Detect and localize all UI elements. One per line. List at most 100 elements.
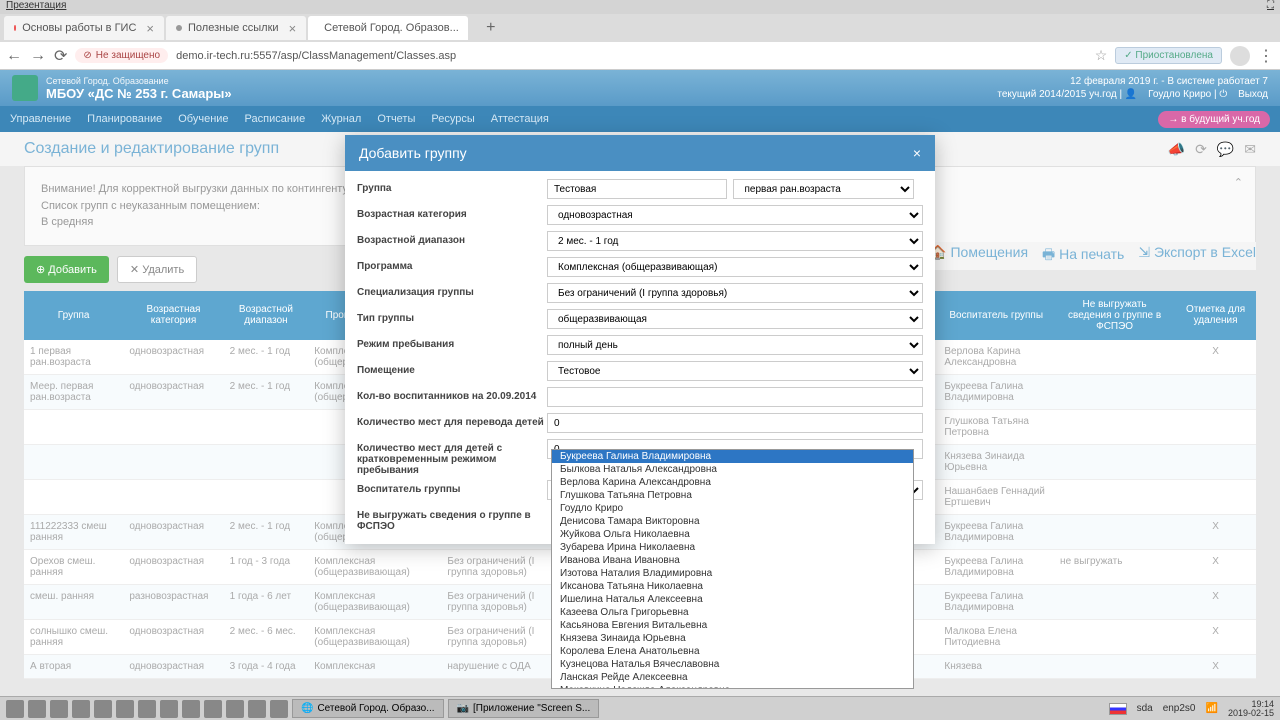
teacher-dropdown-list[interactable]: Букреева Галина ВладимировнаБылкова Ната… (551, 449, 914, 689)
clock: 19:142019-02-15 (1228, 700, 1274, 718)
fullscreen-icon[interactable]: ⛶ (1267, 0, 1274, 14)
tray-icon[interactable] (270, 700, 288, 718)
menu-item[interactable]: Ресурсы (431, 113, 474, 125)
dropdown-option[interactable]: Ланская Рейде Алексеевна (552, 671, 913, 684)
dropdown-option[interactable]: Гоудло Криро (552, 502, 913, 515)
group-sub-select[interactable]: первая ран.возраста (733, 179, 913, 199)
column-header[interactable]: Воспитатель группы (938, 291, 1054, 340)
dropdown-option[interactable]: Глушкова Татьяна Петровна (552, 489, 913, 502)
rooms-link[interactable]: 🏠 Помещения (929, 244, 1028, 268)
menu-item[interactable]: Отчеты (377, 113, 415, 125)
new-tab-button[interactable]: + (470, 16, 511, 40)
tray-icon[interactable] (72, 700, 90, 718)
security-badge[interactable]: ⊘ Не защищено (75, 48, 168, 63)
dropdown-option[interactable]: Букреева Галина Владимировна (552, 450, 913, 463)
browser-tabs: Основы работы в ГИС× Полезные ссылки× Се… (0, 14, 1280, 42)
refresh-icon[interactable]: ⟳ (1195, 141, 1207, 158)
close-icon[interactable]: × (289, 21, 297, 36)
stay-select[interactable]: полный день (547, 335, 923, 355)
start-icon[interactable] (6, 700, 24, 718)
os-taskbar: 🌐 Сетевой Город. Образо... 📷 [Приложение… (0, 696, 1280, 720)
app-header: Сетевой Город. Образование МБОУ «ДС № 25… (0, 70, 1280, 106)
back-button[interactable]: ← (6, 47, 22, 65)
tab-2[interactable]: Сетевой Город. Образов...× (308, 16, 468, 40)
suspend-badge[interactable]: ✓ Приостановлена (1115, 47, 1222, 64)
tray-icon[interactable] (248, 700, 266, 718)
dropdown-option[interactable]: Зубарева Ирина Николаевна (552, 541, 913, 554)
close-icon[interactable]: × (146, 21, 154, 36)
dropdown-option[interactable]: Макавкина Надежда Александровна (552, 684, 913, 689)
tray-icon[interactable] (138, 700, 156, 718)
count1-input[interactable] (547, 387, 923, 407)
spec-select[interactable]: Без ограничений (I группа здоровья) (547, 283, 923, 303)
menu-item[interactable]: Управление (10, 113, 71, 125)
dropdown-option[interactable]: Касьянова Евгения Витальевна (552, 619, 913, 632)
megaphone-icon[interactable]: 📣 (1168, 141, 1185, 158)
tray-icon[interactable] (50, 700, 68, 718)
wifi-icon[interactable]: 📶 (1206, 703, 1218, 714)
keyboard-flag-icon[interactable] (1109, 703, 1127, 715)
dropdown-option[interactable]: Ишелина Наталья Алексеевна (552, 593, 913, 606)
menu-icon[interactable]: ⋮ (1258, 46, 1274, 66)
bookmark-icon[interactable]: ☆ (1095, 47, 1108, 64)
future-year-badge[interactable]: → в будущий уч.год (1158, 111, 1270, 128)
menu-item[interactable]: Обучение (178, 113, 228, 125)
type-select[interactable]: общеразвивающая (547, 309, 923, 329)
column-header[interactable]: Группа (24, 291, 123, 340)
tray-icon[interactable] (160, 700, 178, 718)
chat-icon[interactable]: 💬 (1217, 141, 1234, 158)
column-header[interactable]: Возрастной диапазон (224, 291, 309, 340)
tab-1[interactable]: Полезные ссылки× (166, 16, 306, 40)
profile-avatar[interactable] (1230, 46, 1250, 66)
dropdown-option[interactable]: Кузнецова Наталья Вячеславовна (552, 658, 913, 671)
modal-close-icon[interactable]: × (913, 145, 921, 161)
dropdown-option[interactable]: Изотова Наталия Владимировна (552, 567, 913, 580)
menu-item[interactable]: Журнал (321, 113, 361, 125)
dropdown-option[interactable]: Князева Зинаида Юрьевна (552, 632, 913, 645)
delete-button[interactable]: ✕ Удалить (117, 256, 197, 283)
tray-icon[interactable] (204, 700, 222, 718)
dropdown-option[interactable]: Былкова Наталья Александровна (552, 463, 913, 476)
menu-item[interactable]: Расписание (245, 113, 306, 125)
tray-icon[interactable] (28, 700, 46, 718)
dropdown-option[interactable]: Иванова Ивана Ивановна (552, 554, 913, 567)
group-input[interactable] (547, 179, 727, 199)
room-select[interactable]: Тестовое (547, 361, 923, 381)
task-browser[interactable]: 🌐 Сетевой Город. Образо... (292, 699, 444, 718)
export-link[interactable]: ⇲ Экспорт в Excel (1138, 244, 1256, 268)
add-button[interactable]: ⊕ Добавить (24, 256, 109, 283)
main-menu: Управление Планирование Обучение Расписание… (0, 106, 1280, 132)
mail-icon[interactable]: ✉ (1244, 141, 1256, 158)
forward-button[interactable]: → (30, 47, 46, 65)
count2-input[interactable] (547, 413, 923, 433)
column-header[interactable]: Отметка для удаления (1175, 291, 1256, 340)
column-header[interactable]: Возрастная категория (123, 291, 223, 340)
presentation-link[interactable]: Презентация (6, 0, 66, 14)
menu-item[interactable]: Аттестация (491, 113, 549, 125)
age-cat-select[interactable]: одновозрастная (547, 205, 923, 225)
reload-button[interactable]: ⟳ (54, 46, 67, 66)
dropdown-option[interactable]: Иксанова Татьяна Николаевна (552, 580, 913, 593)
tray-icon[interactable] (94, 700, 112, 718)
dropdown-option[interactable]: Королева Елена Анатольевна (552, 645, 913, 658)
dropdown-option[interactable]: Верлова Карина Александровна (552, 476, 913, 489)
program-select[interactable]: Комплексная (общеразвивающая) (547, 257, 923, 277)
tray-icon[interactable] (116, 700, 134, 718)
tray-icon[interactable] (226, 700, 244, 718)
task-screenshot[interactable]: 📷 [Приложение "Screen S... (448, 699, 600, 718)
print-link[interactable]: 🖶 На печать (1042, 244, 1124, 268)
dropdown-option[interactable]: Жуйкова Ольга Николаевна (552, 528, 913, 541)
menu-item[interactable]: Планирование (87, 113, 162, 125)
age-range-select[interactable]: 2 мес. - 1 год (547, 231, 923, 251)
net-enp: enp2s0 (1163, 703, 1196, 714)
net-sda: sda (1137, 703, 1153, 714)
exit-link[interactable]: Выход (1238, 89, 1268, 100)
tab-0[interactable]: Основы работы в ГИС× (4, 16, 164, 40)
tray-icon[interactable] (182, 700, 200, 718)
dropdown-option[interactable]: Денисова Тамара Викторовна (552, 515, 913, 528)
collapse-icon[interactable]: ⌃ (1234, 175, 1243, 192)
dropdown-option[interactable]: Казеева Ольга Григорьевна (552, 606, 913, 619)
url-field[interactable]: demo.ir-tech.ru:5557/asp/ClassManagement… (176, 50, 1087, 62)
column-header[interactable]: Не выгружать сведения о группе в ФСПЭО (1054, 291, 1175, 340)
app-logo (12, 75, 38, 101)
